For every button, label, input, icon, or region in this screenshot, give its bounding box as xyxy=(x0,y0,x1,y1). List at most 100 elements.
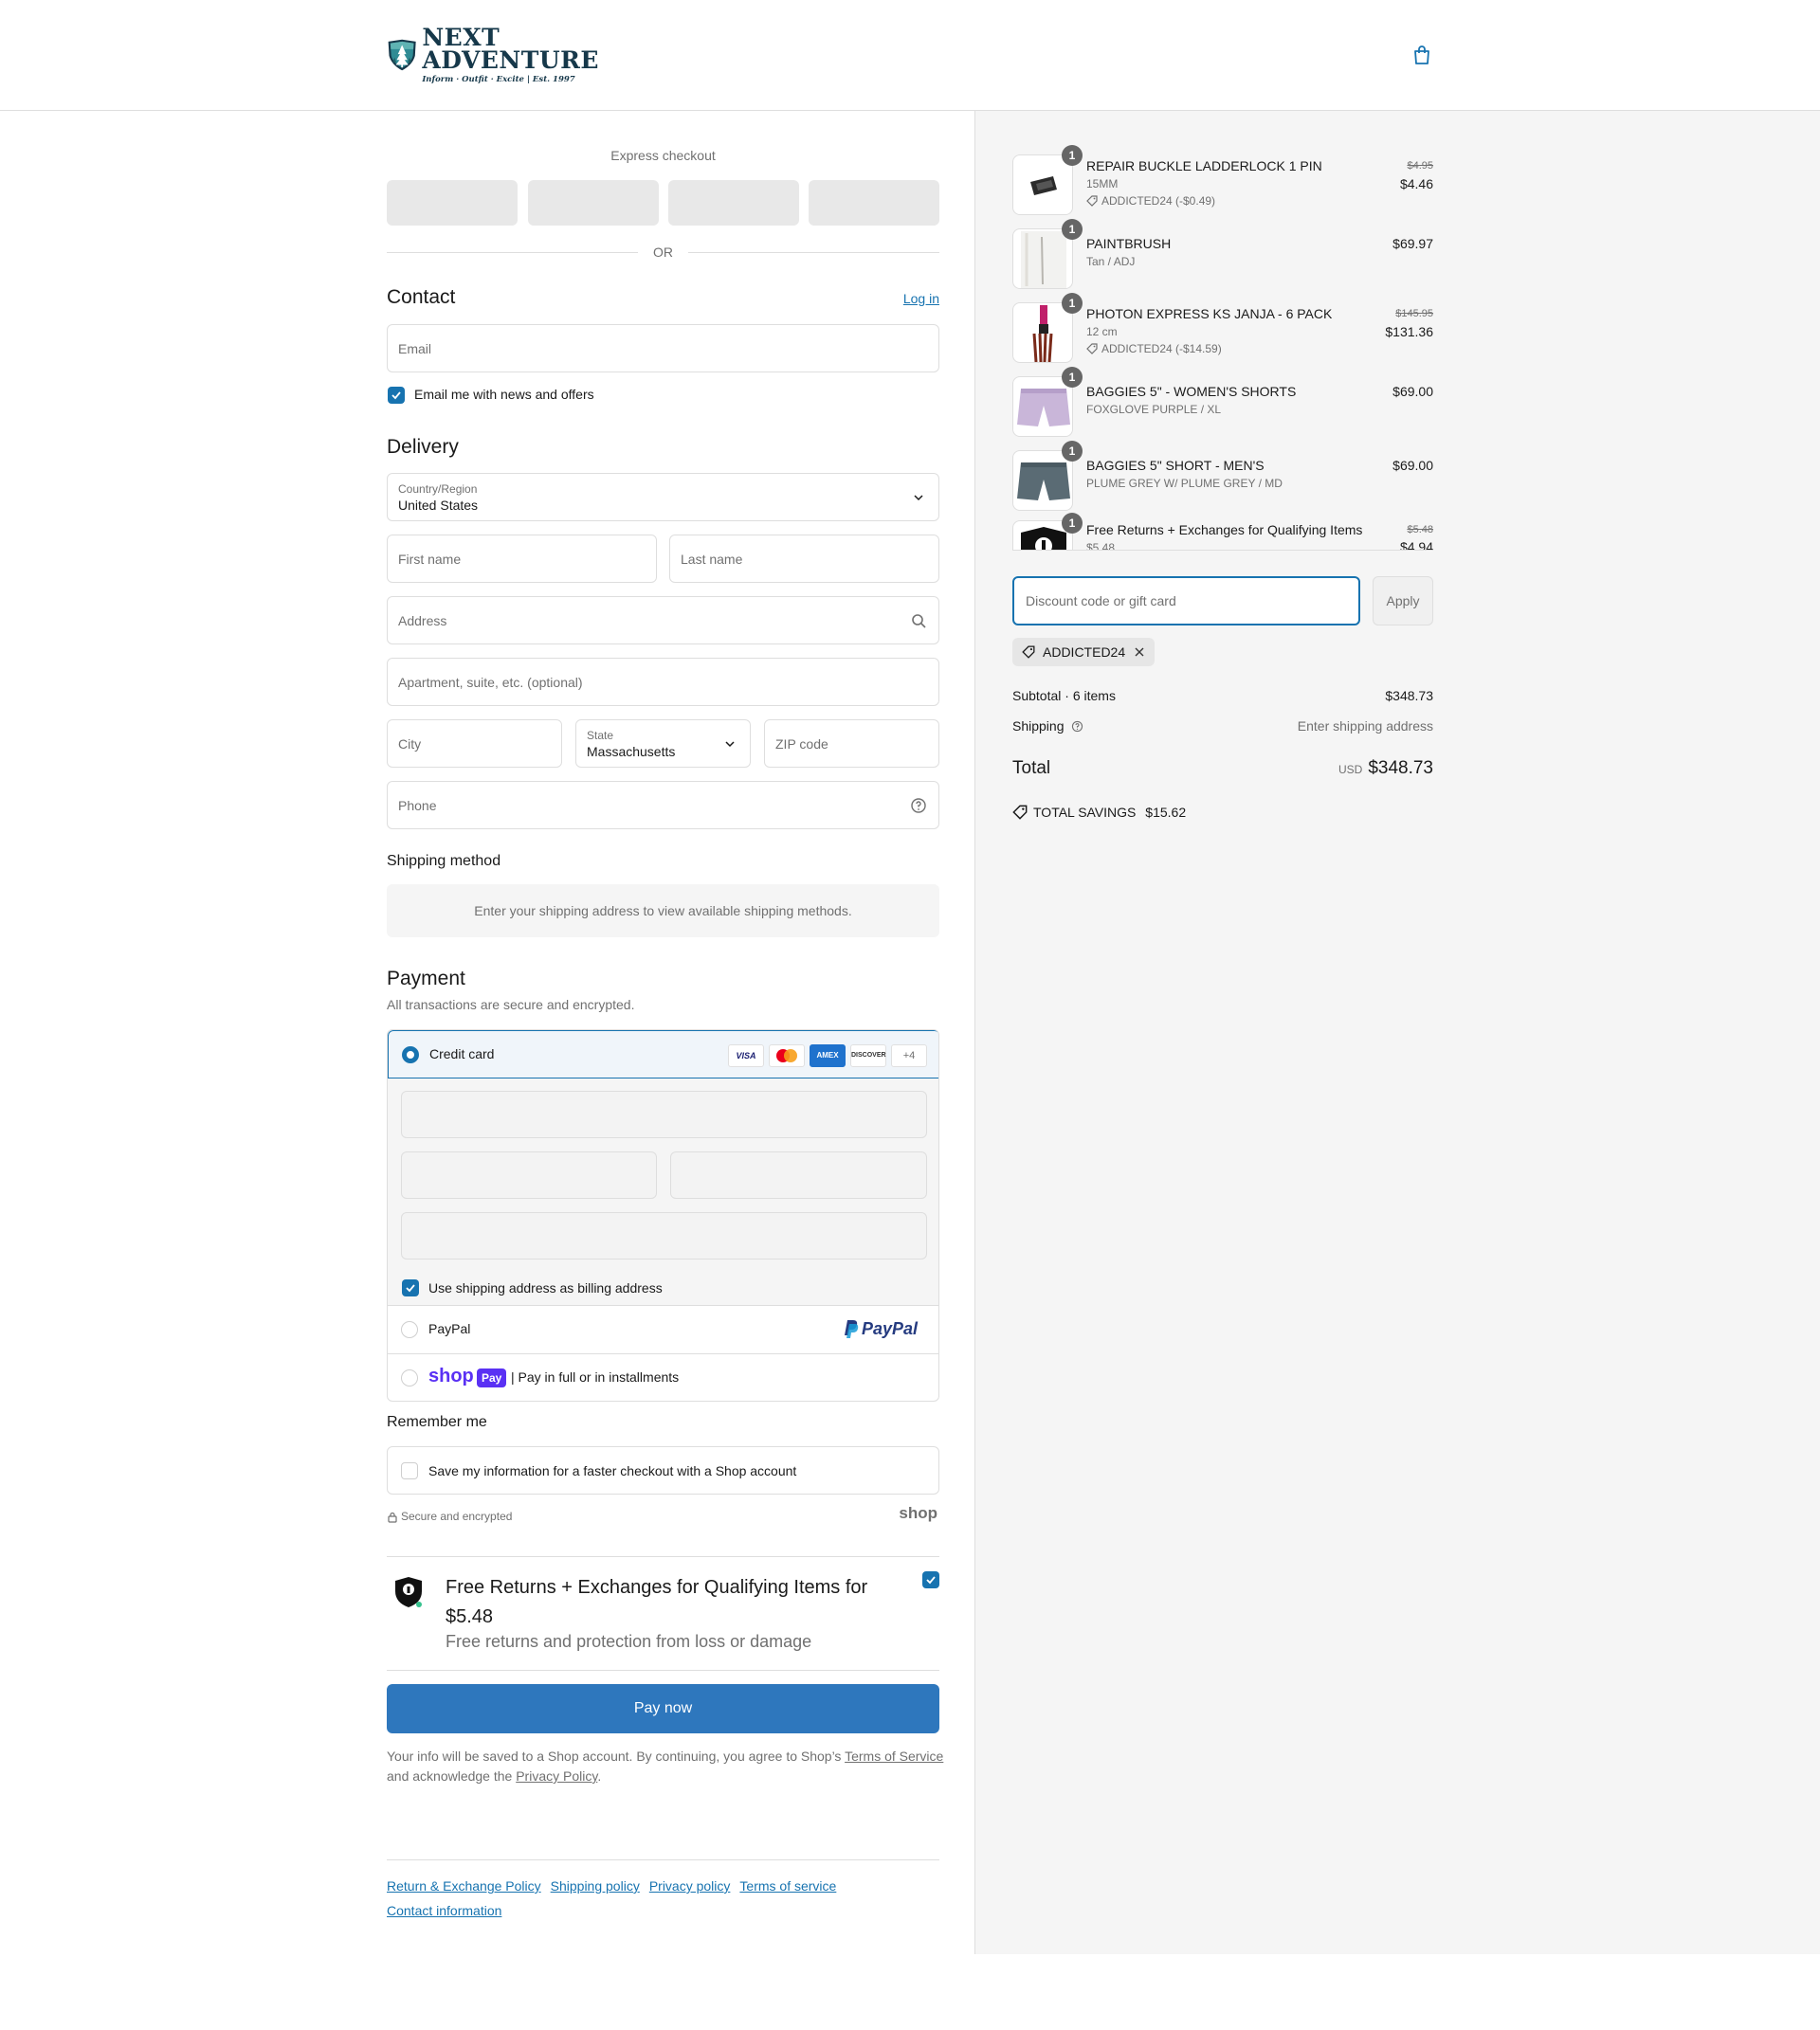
card-cvv-field[interactable] xyxy=(670,1151,927,1199)
express-button-3[interactable] xyxy=(668,180,799,226)
brand-wordmark: NEXT ADVENTURE Inform · Outfit · Excite … xyxy=(422,26,599,84)
chevron-down-icon xyxy=(914,495,923,501)
shop-privacy-link[interactable]: Privacy Policy xyxy=(516,1768,597,1784)
billing-same-label: Use shipping address as billing address xyxy=(428,1280,663,1296)
shop-terms-link[interactable]: Terms of Service xyxy=(845,1749,943,1764)
discount-code-input[interactable]: Discount code or gift card xyxy=(1012,576,1360,625)
shipping-method-title: Shipping method xyxy=(387,853,501,869)
city-field[interactable]: City xyxy=(387,719,562,768)
phone-field[interactable]: Phone xyxy=(387,781,939,829)
address-placeholder: Address xyxy=(398,613,447,628)
savings-value: $15.62 xyxy=(1145,805,1187,820)
footer-link-shipping[interactable]: Shipping policy xyxy=(551,1878,640,1894)
brand-shield-icon xyxy=(388,39,416,71)
chevron-down-icon xyxy=(725,741,735,748)
legal-text-2: and acknowledge the xyxy=(387,1768,517,1784)
country-select[interactable]: Country/Region United States xyxy=(387,473,939,521)
item-name: BAGGIES 5" SHORT - MEN'S xyxy=(1086,458,1265,473)
pay-now-button[interactable]: Pay now xyxy=(387,1684,939,1733)
first-name-field[interactable]: First name xyxy=(387,535,657,583)
save-info-label: Save my information for a faster checkou… xyxy=(428,1463,797,1478)
cart-item: 1 BAGGIES 5" SHORT - MEN'S PLUME GREY W/… xyxy=(1012,441,1433,511)
card-number-field[interactable] xyxy=(401,1091,927,1138)
visa-logo: VISA xyxy=(728,1044,764,1067)
zip-field[interactable]: ZIP code xyxy=(764,719,939,768)
apartment-field[interactable]: Apartment, suite, etc. (optional) xyxy=(387,658,939,706)
close-icon[interactable] xyxy=(1134,646,1145,658)
shop-logo: shop xyxy=(899,1504,937,1522)
item-thumbnail xyxy=(1012,450,1073,511)
shop-pay-option[interactable]: shop Pay | Pay in full or in installment… xyxy=(388,1354,938,1401)
country-value: United States xyxy=(398,498,479,513)
item-quantity-badge: 1 xyxy=(1062,513,1083,534)
legal-text-1: Your info will be saved to a Shop accoun… xyxy=(387,1749,846,1764)
remember-me-title: Remember me xyxy=(387,1414,487,1430)
cart-item: 1 REPAIR BUCKLE LADDERLOCK 1 PIN 15MM AD… xyxy=(1012,145,1433,215)
state-label: State xyxy=(587,729,614,742)
paintbrush-image xyxy=(1021,231,1066,288)
shopping-bag-icon[interactable] xyxy=(1410,44,1433,66)
address-field[interactable]: Address xyxy=(387,596,939,644)
lock-icon xyxy=(388,1512,397,1523)
tag-icon xyxy=(1086,343,1098,354)
footer-link-returns[interactable]: Return & Exchange Policy xyxy=(387,1878,541,1894)
tag-icon xyxy=(1012,805,1028,820)
first-name-placeholder: First name xyxy=(398,552,462,567)
payment-title: Payment xyxy=(387,968,465,989)
protection-title-line2: $5.48 xyxy=(446,1606,494,1627)
express-button-2[interactable] xyxy=(528,180,659,226)
search-icon xyxy=(912,614,926,628)
save-info-checkbox[interactable] xyxy=(401,1462,418,1479)
shop-pay-radio[interactable] xyxy=(401,1369,418,1387)
item-price: $69.00 xyxy=(1392,384,1433,399)
credit-card-option[interactable]: Credit card VISA AMEX DISCOVER +4 xyxy=(388,1030,938,1078)
item-variant: 12 cm xyxy=(1086,325,1118,338)
savings-label: TOTAL SAVINGS xyxy=(1033,805,1137,820)
paypal-radio[interactable] xyxy=(401,1321,418,1338)
shipping-value: Enter shipping address xyxy=(1297,718,1433,734)
login-link[interactable]: Log in xyxy=(903,291,939,306)
discover-logo: DISCOVER xyxy=(850,1044,886,1067)
footer-links: Return & Exchange Policy Shipping policy P… xyxy=(387,1874,939,1923)
secure-text: Secure and encrypted xyxy=(401,1510,513,1523)
state-select[interactable]: State Massachusetts xyxy=(575,719,751,768)
legal-text-3: . xyxy=(597,1768,602,1784)
last-name-field[interactable]: Last name xyxy=(669,535,939,583)
item-discount-text: ADDICTED24 (-$0.49) xyxy=(1101,194,1216,208)
applied-code-chip: ADDICTED24 xyxy=(1012,638,1155,666)
brand-logo[interactable]: NEXT ADVENTURE Inform · Outfit · Excite … xyxy=(386,19,599,91)
help-icon[interactable] xyxy=(1071,720,1083,733)
credit-card-radio[interactable] xyxy=(402,1046,419,1063)
card-name-field[interactable] xyxy=(401,1212,927,1260)
protection-checkbox[interactable] xyxy=(922,1571,939,1588)
apply-discount-button[interactable]: Apply xyxy=(1373,576,1433,625)
applied-code-text: ADDICTED24 xyxy=(1043,644,1126,660)
express-button-4[interactable] xyxy=(809,180,939,226)
apartment-placeholder: Apartment, suite, etc. (optional) xyxy=(398,675,583,690)
womens-shorts-image xyxy=(1017,389,1070,426)
footer-link-contact[interactable]: Contact information xyxy=(387,1903,501,1918)
footer-divider xyxy=(387,1859,939,1860)
express-button-1[interactable] xyxy=(387,180,518,226)
item-variant: $5.48 xyxy=(1086,541,1116,551)
paypal-logo: PayPal xyxy=(862,1319,919,1338)
discount-placeholder: Discount code or gift card xyxy=(1026,593,1176,608)
footer-link-terms[interactable]: Terms of service xyxy=(739,1878,836,1894)
email-field[interactable]: Email xyxy=(387,324,939,372)
help-icon[interactable] xyxy=(910,797,927,814)
zip-placeholder: ZIP code xyxy=(775,736,828,752)
card-expiry-field[interactable] xyxy=(401,1151,657,1199)
shipping-method-message: Enter your shipping address to view avai… xyxy=(387,884,939,937)
news-opt-in-checkbox[interactable] xyxy=(388,387,405,404)
last-name-placeholder: Last name xyxy=(681,552,743,567)
state-value: Massachusetts xyxy=(587,744,676,759)
cart-scroll-edge[interactable]: 1 Free Returns + Exchanges for Qualifyin… xyxy=(1012,509,1433,551)
total-row: Total USD $348.73 xyxy=(1012,758,1433,783)
item-variant: PLUME GREY W/ PLUME GREY / MD xyxy=(1086,477,1283,490)
brand-tagline: Inform · Outfit · Excite | Est. 1997 xyxy=(422,74,575,84)
paypal-option[interactable]: PayPal PayPal xyxy=(388,1306,938,1354)
total-currency: USD xyxy=(1338,763,1363,776)
billing-same-checkbox[interactable] xyxy=(402,1279,419,1296)
item-discount-text: ADDICTED24 (-$14.59) xyxy=(1101,342,1222,355)
footer-link-privacy[interactable]: Privacy policy xyxy=(649,1878,731,1894)
